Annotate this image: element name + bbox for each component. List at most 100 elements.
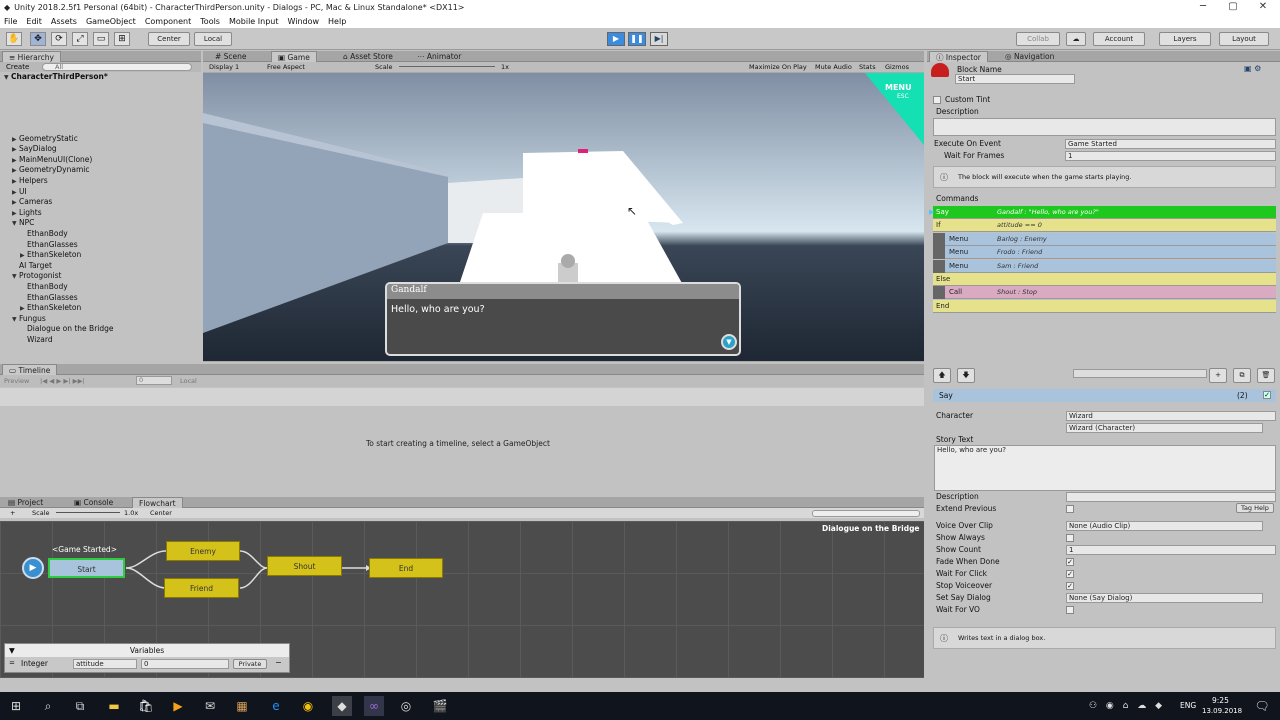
transform-tool-icon[interactable]: ⊞	[114, 32, 130, 46]
account-button[interactable]: Account	[1093, 32, 1145, 46]
command-search-input[interactable]	[1073, 369, 1207, 378]
command-row[interactable]: Menu Sam : Friend	[933, 259, 1276, 273]
edge-icon[interactable]: e	[266, 696, 286, 716]
hierarchy-item[interactable]: Dialogue on the Bridge	[20, 324, 114, 335]
clock-time[interactable]: 9:25	[1212, 696, 1229, 705]
timeline-local-button[interactable]: Local	[180, 375, 197, 387]
hierarchy-item[interactable]: AI Target	[12, 261, 52, 272]
command-row[interactable]: Else	[933, 273, 1276, 286]
pivot-local-button[interactable]: Local	[194, 32, 232, 46]
menu-window[interactable]: Window	[287, 17, 319, 26]
hierarchy-search-input[interactable]: All	[42, 63, 192, 71]
flow-scale-slider[interactable]	[56, 512, 120, 513]
menu-label[interactable]: MENU	[885, 83, 912, 92]
hierarchy-item[interactable]: ▶ SayDialog	[12, 144, 57, 155]
task-view-icon[interactable]: ⧉	[70, 696, 90, 716]
block-friend[interactable]: Friend	[164, 578, 239, 598]
menu-gameobject[interactable]: GameObject	[86, 17, 136, 26]
wait-for-frames-field[interactable]: 1	[1065, 151, 1276, 161]
command-row[interactable]: Say Gandalf : "Hello, who are you?"	[933, 206, 1276, 219]
move-tool-icon[interactable]: ✥	[30, 32, 46, 46]
media-player-icon[interactable]: ▶	[168, 696, 188, 716]
command-row[interactable]: Menu Frodo : Friend	[933, 246, 1276, 260]
mute-audio-toggle[interactable]: Mute Audio	[815, 62, 852, 72]
layers-button[interactable]: Layers	[1159, 32, 1211, 46]
hierarchy-item[interactable]: EthanGlasses	[20, 293, 78, 304]
menu-edit[interactable]: Edit	[26, 17, 42, 26]
gizmos-toggle[interactable]: Gizmos	[885, 62, 909, 72]
clapper-icon[interactable]: 🎬	[430, 696, 450, 716]
scene-root[interactable]: ▼ CharacterThirdPerson*	[4, 72, 108, 83]
variable-drag-handle[interactable]: =	[9, 659, 15, 667]
unity-taskbar-icon[interactable]: ◆	[332, 696, 352, 716]
variables-collapse-icon[interactable]: ▼	[9, 644, 15, 657]
fade-when-done-checkbox[interactable]: ✓	[1066, 558, 1074, 566]
variable-value-field[interactable]: 0	[141, 659, 229, 669]
wait-for-vo-checkbox[interactable]	[1066, 606, 1074, 614]
create-button[interactable]: Create	[6, 62, 29, 72]
character-dropdown[interactable]: Wizard	[1066, 411, 1276, 421]
tab-flowchart[interactable]: Flowchart	[132, 497, 183, 508]
hierarchy-item[interactable]: EthanBody	[20, 282, 68, 293]
show-always-checkbox[interactable]	[1066, 534, 1074, 542]
tab-timeline[interactable]: ▭ Timeline	[2, 364, 58, 375]
chrome-icon[interactable]: ◉	[298, 696, 318, 716]
expand-arrow-icon[interactable]: ▼	[4, 73, 11, 84]
rotate-tool-icon[interactable]: ⟳	[51, 32, 67, 46]
remove-variable-icon[interactable]: −	[275, 658, 282, 667]
hierarchy-item[interactable]: ▶ Lights	[12, 208, 42, 219]
tab-game[interactable]: ▣ Game	[271, 51, 317, 62]
description-textarea[interactable]	[933, 118, 1276, 136]
store-icon[interactable]: 🛍	[136, 696, 156, 716]
inspector-header-icons[interactable]: ▣ ⚙	[1244, 64, 1261, 73]
menu-help[interactable]: Help	[328, 17, 346, 26]
rect-tool-icon[interactable]: ▭	[93, 32, 109, 46]
tab-scene[interactable]: # Scene	[209, 51, 253, 62]
collab-button[interactable]: Collab	[1016, 32, 1060, 46]
maximize-on-play-toggle[interactable]: Maximize On Play	[749, 62, 807, 72]
add-block-icon[interactable]: +	[10, 508, 15, 518]
variable-name-field[interactable]: attitude	[73, 659, 137, 669]
hierarchy-item[interactable]: ▶ GeometryStatic	[12, 134, 78, 145]
hierarchy-item[interactable]: ▼ NPC	[12, 218, 34, 229]
expand-arrow-icon[interactable]: ▼	[12, 272, 19, 283]
tab-asset-store[interactable]: ⌂ Asset Store	[337, 51, 399, 62]
command-row[interactable]: Menu Barlog : Enemy	[933, 232, 1276, 246]
menu-file[interactable]: File	[4, 17, 17, 26]
move-down-icon[interactable]: 🡇	[957, 368, 975, 383]
notifications-icon[interactable]: 🗨	[1252, 696, 1272, 716]
tag-help-button[interactable]: Tag Help	[1236, 503, 1274, 513]
set-say-dialog-field[interactable]: None (Say Dialog)	[1066, 593, 1263, 603]
continue-icon[interactable]: ▼	[721, 334, 737, 350]
hierarchy-item[interactable]: ▶ Cameras	[12, 197, 52, 208]
custom-tint-checkbox[interactable]	[933, 96, 941, 104]
hierarchy-item[interactable]: ▼ Protogonist	[12, 271, 61, 282]
hand-tool-icon[interactable]: ✋	[6, 32, 22, 46]
image-app-icon[interactable]: ▦	[232, 696, 252, 716]
scale-slider[interactable]	[399, 66, 495, 67]
clock-date[interactable]: 13.09.2018	[1202, 707, 1242, 715]
move-up-icon[interactable]: 🡅	[933, 368, 951, 383]
tab-navigation[interactable]: ◎ Navigation	[999, 51, 1060, 62]
menu-tools[interactable]: Tools	[200, 17, 220, 26]
expand-arrow-icon[interactable]: ▼	[12, 219, 19, 230]
wait-for-click-checkbox[interactable]: ✓	[1066, 570, 1074, 578]
story-text-area[interactable]: Hello, who are you?	[934, 445, 1276, 491]
hierarchy-item[interactable]: ▶ GeometryDynamic	[12, 165, 89, 176]
windows-start-icon[interactable]: ⊞	[6, 696, 26, 716]
block-end[interactable]: End	[369, 558, 443, 578]
hierarchy-item[interactable]: Wizard	[20, 335, 53, 346]
hierarchy-item[interactable]: ▶ EthanSkeleton	[20, 250, 81, 261]
menu-component[interactable]: Component	[145, 17, 191, 26]
hierarchy-item[interactable]: ▶ UI	[12, 187, 27, 198]
say-enabled-checkbox[interactable]: ✓	[1263, 391, 1271, 399]
display-dropdown[interactable]: Display 1	[209, 62, 239, 72]
command-row[interactable]: If attitude == 0	[933, 219, 1276, 233]
add-command-icon[interactable]: +	[1209, 368, 1227, 383]
tab-hierarchy[interactable]: ≡ Hierarchy	[2, 51, 61, 62]
character-object-field[interactable]: Wizard (Character)	[1066, 423, 1263, 433]
step-icon[interactable]: ▶|	[650, 32, 668, 46]
hierarchy-item[interactable]: ▶ Helpers	[12, 176, 48, 187]
play-icon[interactable]: ▶	[607, 32, 625, 46]
pause-icon[interactable]: ❚❚	[628, 32, 646, 46]
